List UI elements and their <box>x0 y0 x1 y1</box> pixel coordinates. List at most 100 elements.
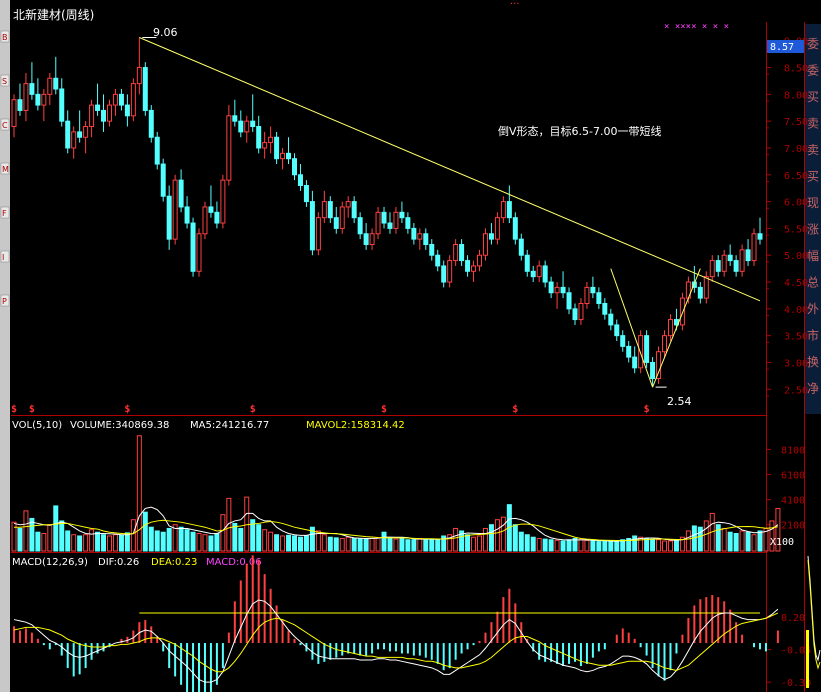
weekly-kline-chart[interactable]: BSCMFIP 委委买卖卖买现涨幅总外市换净 北新建材(周线) ... 9.00… <box>0 0 821 692</box>
toolbar-char: C <box>2 121 8 130</box>
volume-bar <box>548 539 554 552</box>
volume-bar <box>351 537 357 552</box>
volume-bar <box>727 531 733 552</box>
candle-body <box>220 179 226 224</box>
candle-body <box>650 361 656 380</box>
candle-body <box>274 136 280 160</box>
candle-body <box>172 179 178 240</box>
vol-ma5: MA5:241216.77 <box>190 420 269 431</box>
candle-body <box>584 286 590 304</box>
candle-body <box>238 120 244 133</box>
svg-text:× ×××× × × ×: × ×××× × × × <box>664 22 729 32</box>
volume-bar <box>268 531 274 552</box>
volume-bar <box>71 534 77 552</box>
volume-bar <box>124 532 130 552</box>
candle-body <box>733 260 739 272</box>
candle-body <box>77 131 83 138</box>
volume-bar <box>53 505 59 552</box>
candle-body <box>118 93 124 106</box>
candle-body <box>488 233 494 240</box>
candle-body <box>512 217 518 240</box>
weight-marker: $ <box>29 404 35 415</box>
candle-body <box>602 302 608 315</box>
candle-body <box>17 99 23 111</box>
volume-bar <box>542 538 548 552</box>
toolbar-char: I <box>2 253 4 262</box>
candle-body <box>83 126 89 138</box>
volume-bar <box>106 535 112 552</box>
right-panel-char: 委 <box>807 64 819 78</box>
candle-body <box>393 211 399 229</box>
volume-bar <box>101 534 107 552</box>
volume-bar <box>411 539 417 552</box>
volume-bar <box>721 527 727 552</box>
weight-marker: $ <box>250 404 256 415</box>
candle-body <box>721 254 727 272</box>
volume-bar <box>35 531 41 552</box>
volume-bar <box>303 535 309 552</box>
candle-body <box>727 254 733 262</box>
volume-bar <box>208 535 214 552</box>
volume-bar <box>23 510 29 552</box>
volume-legend: VOL(5,10) VOLUME:340869.38 MA5:241216.77… <box>12 420 405 431</box>
volume-bar <box>95 531 101 552</box>
candle-body <box>471 265 477 272</box>
volume-bar <box>745 531 751 552</box>
volume-bar <box>393 538 399 552</box>
volume-bar <box>190 531 196 552</box>
candle-body <box>679 297 685 326</box>
volume-bar <box>220 514 226 552</box>
volume-bar <box>751 534 757 552</box>
candle-body <box>208 206 214 213</box>
volume-bar <box>584 539 590 552</box>
volume-bar <box>47 524 53 552</box>
volume-bar <box>614 540 620 552</box>
candle-body <box>500 201 506 219</box>
candle-body <box>250 120 256 128</box>
volume-bar <box>417 537 423 552</box>
right-panel-char: 市 <box>807 328 819 343</box>
macd-label: MACD(12,26,9) <box>12 557 88 568</box>
candle-body <box>327 201 333 219</box>
candle-body <box>339 206 345 229</box>
candle-body <box>291 158 297 176</box>
volume-bar <box>83 534 89 552</box>
volume-bar <box>142 511 148 552</box>
volume-bar <box>327 536 333 552</box>
macd-dea: DEA:0.23 <box>151 557 197 568</box>
price-tick-label: 7.50 <box>784 117 808 128</box>
candle-body <box>101 109 107 122</box>
volume-bar <box>518 531 524 552</box>
volume-bar <box>578 539 584 552</box>
pattern-annotation: 倒V形态，目标6.5-7.00一带短线 <box>498 124 661 138</box>
volume-bar <box>297 536 303 552</box>
right-panel-char: 净 <box>807 382 819 396</box>
volume-bar <box>196 532 202 552</box>
candle-body <box>71 131 77 149</box>
weight-marker: $ <box>11 404 17 415</box>
volume-bar <box>339 537 345 552</box>
candle-body <box>626 345 632 358</box>
price-tick-label: 5.50 <box>784 224 808 235</box>
candle-body <box>518 238 524 256</box>
volume-bar <box>202 534 208 552</box>
candle-body <box>268 136 274 144</box>
volume-bar <box>423 538 429 552</box>
volume-bar <box>118 534 124 552</box>
candle-body <box>95 104 101 111</box>
candle-body <box>667 319 673 337</box>
volume-unit-label: X100 <box>770 537 794 548</box>
candle-body <box>482 233 488 256</box>
candle-body <box>136 67 142 85</box>
candle-body <box>166 195 172 240</box>
vol-mavol2: MAVOL2:158314.42 <box>306 420 405 431</box>
candle-body <box>160 163 166 197</box>
volume-bar <box>77 535 83 552</box>
candle-body <box>399 211 405 219</box>
left-toolbar[interactable]: B S C M F I P <box>0 0 10 692</box>
macd-tick-label: 0.20 <box>781 613 805 624</box>
candle-body <box>435 254 441 267</box>
right-panel-char: 卖 <box>807 143 819 157</box>
candle-body <box>423 233 429 245</box>
price-tick-label: 6.50 <box>784 171 808 182</box>
